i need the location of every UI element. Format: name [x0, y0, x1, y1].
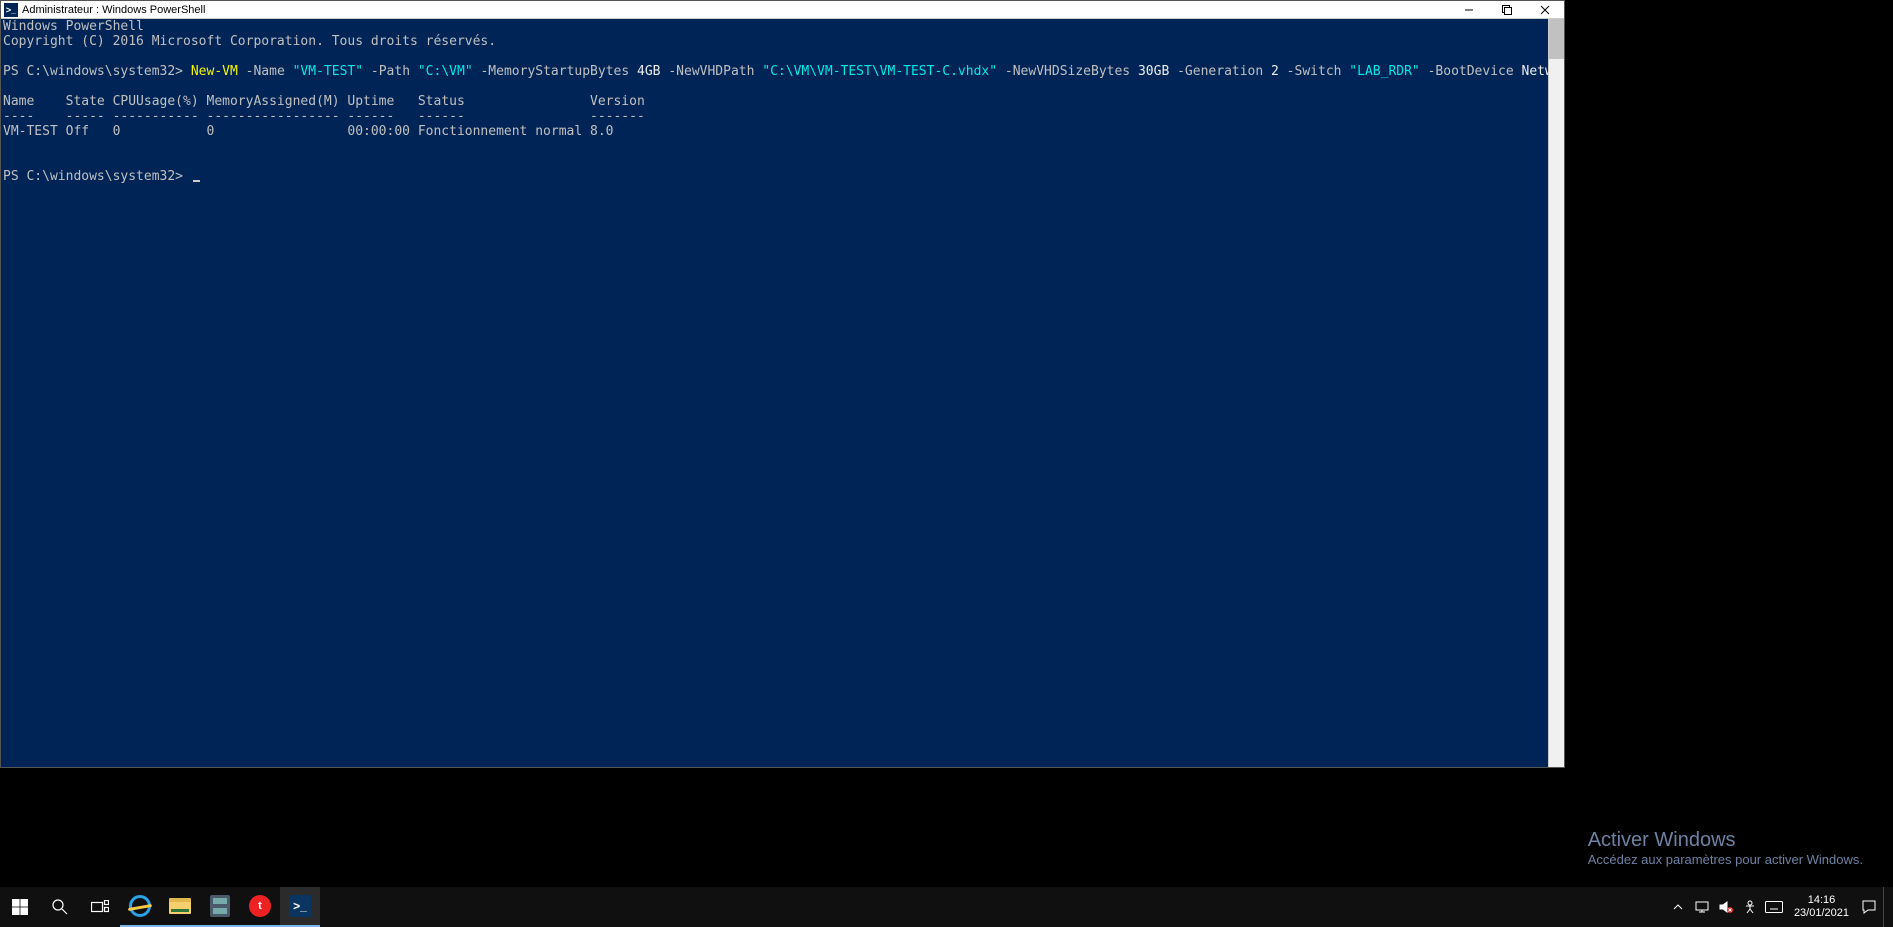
output-header: Name State CPUUsage(%) MemoryAssigned(M)… [3, 94, 645, 109]
start-button[interactable] [0, 887, 40, 927]
tray-ease-of-access[interactable] [1740, 900, 1760, 914]
prompt-line-2: PS C:\windows\system32> [3, 169, 200, 184]
output-divider: ---- ----- ----------- -----------------… [3, 109, 645, 124]
notification-icon [1862, 900, 1876, 914]
taskbar: t >_ 14:16 23/01/2021 [0, 887, 1893, 927]
titlebar[interactable]: >_ Administrateur : Windows PowerShell [1, 1, 1564, 19]
powershell-window: >_ Administrateur : Windows PowerShell W… [0, 0, 1565, 768]
network-icon [1695, 901, 1709, 913]
taskbar-powershell[interactable]: >_ [280, 887, 320, 927]
server-manager-icon [210, 895, 230, 917]
taskbar-servermanager[interactable] [200, 887, 240, 927]
taskbar-trend[interactable]: t [240, 887, 280, 927]
maximize-button[interactable] [1488, 1, 1526, 19]
powershell-taskbar-icon: >_ [289, 895, 311, 917]
action-center[interactable] [1859, 900, 1879, 914]
tray-network[interactable] [1692, 901, 1712, 913]
terminal-banner: Windows PowerShell [3, 19, 144, 34]
minimize-button[interactable] [1450, 1, 1488, 19]
watermark-subtitle: Accédez aux paramètres pour activer Wind… [1588, 852, 1863, 867]
powershell-icon: >_ [4, 3, 18, 17]
ie-icon [129, 895, 151, 917]
terminal-body[interactable]: Windows PowerShell Copyright (C) 2016 Mi… [1, 19, 1564, 767]
show-desktop-button[interactable] [1883, 887, 1889, 927]
scrollbar[interactable] [1548, 19, 1564, 767]
folder-icon [169, 898, 191, 914]
watermark-title: Activer Windows [1588, 829, 1863, 852]
output-row: VM-TEST Off 0 0 00:00:00 Fonctionnement … [3, 124, 613, 139]
taskbar-date: 23/01/2021 [1794, 907, 1849, 920]
tray-chevron[interactable] [1668, 902, 1688, 912]
taskview-icon [91, 900, 109, 914]
search-button[interactable] [40, 887, 80, 927]
antivirus-icon: t [249, 895, 271, 917]
taskbar-ie[interactable] [120, 887, 160, 927]
search-icon [52, 899, 68, 915]
taskbar-explorer[interactable] [160, 887, 200, 927]
tray-keyboard[interactable] [1764, 901, 1784, 913]
chevron-up-icon [1673, 902, 1683, 912]
taskbar-clock[interactable]: 14:16 23/01/2021 [1788, 894, 1855, 920]
prompt-line-1: PS C:\windows\system32> New-VM -Name "VM… [3, 64, 1564, 79]
keyboard-icon [1765, 901, 1783, 913]
taskbar-time: 14:16 [1794, 894, 1849, 907]
cursor [193, 180, 200, 182]
taskview-button[interactable] [80, 887, 120, 927]
activation-watermark: Activer Windows Accédez aux paramètres p… [1588, 829, 1863, 867]
scrollbar-thumb[interactable] [1549, 19, 1564, 59]
accessibility-icon [1743, 900, 1757, 914]
tray-volume[interactable] [1716, 901, 1736, 913]
volume-muted-icon [1719, 901, 1733, 913]
terminal-copyright: Copyright (C) 2016 Microsoft Corporation… [3, 34, 496, 49]
close-button[interactable] [1526, 1, 1564, 19]
windows-icon [12, 899, 28, 915]
window-title: Administrateur : Windows PowerShell [22, 4, 205, 16]
